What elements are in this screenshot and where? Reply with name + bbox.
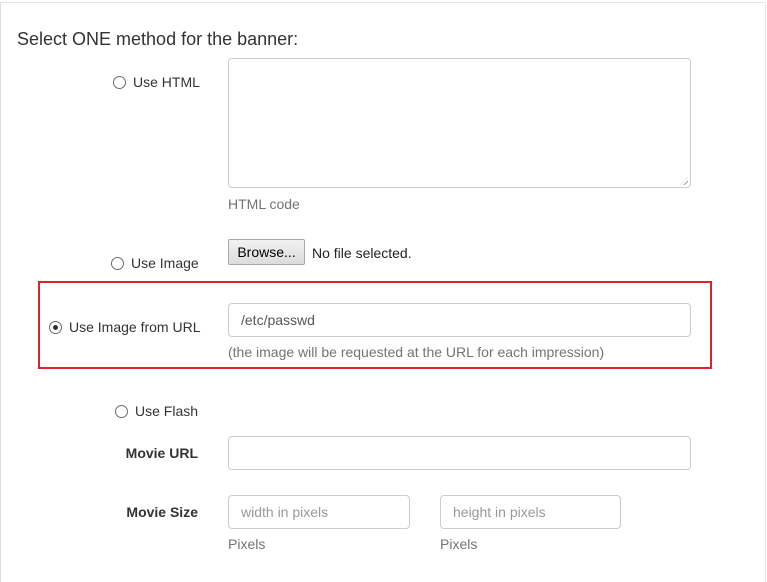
width-unit-label: Pixels [228, 536, 266, 552]
use-html-radio[interactable] [113, 75, 126, 89]
movie-url-input[interactable] [228, 436, 691, 470]
browse-button[interactable]: Browse... [228, 239, 305, 265]
html-code-help: HTML code [228, 196, 300, 212]
use-image-url-label: Use Image from URL [69, 319, 201, 335]
html-code-textarea[interactable] [228, 58, 691, 188]
movie-height-input[interactable]: height in pixels [440, 495, 621, 529]
use-image-option[interactable]: Use Image [111, 255, 199, 271]
use-html-label: Use HTML [133, 74, 200, 90]
image-url-input[interactable]: /etc/passwd [228, 303, 691, 337]
movie-url-label: Movie URL [125, 445, 198, 461]
resize-grip-icon[interactable] [680, 177, 688, 185]
use-html-option[interactable]: Use HTML [113, 74, 200, 90]
height-unit-label: Pixels [440, 536, 478, 552]
movie-width-input[interactable]: width in pixels [228, 495, 410, 529]
movie-size-label: Movie Size [126, 504, 198, 520]
use-flash-option[interactable]: Use Flash [115, 403, 198, 419]
use-image-label: Use Image [131, 255, 199, 271]
use-image-url-radio[interactable] [49, 320, 62, 334]
section-heading: Select ONE method for the banner: [17, 29, 299, 49]
use-flash-label: Use Flash [135, 403, 199, 419]
file-status-text: No file selected. [312, 245, 412, 261]
use-flash-radio[interactable] [115, 404, 128, 418]
use-image-url-option[interactable]: Use Image from URL [49, 319, 200, 335]
image-url-help: (the image will be requested at the URL … [228, 344, 605, 360]
use-image-radio[interactable] [111, 256, 124, 270]
